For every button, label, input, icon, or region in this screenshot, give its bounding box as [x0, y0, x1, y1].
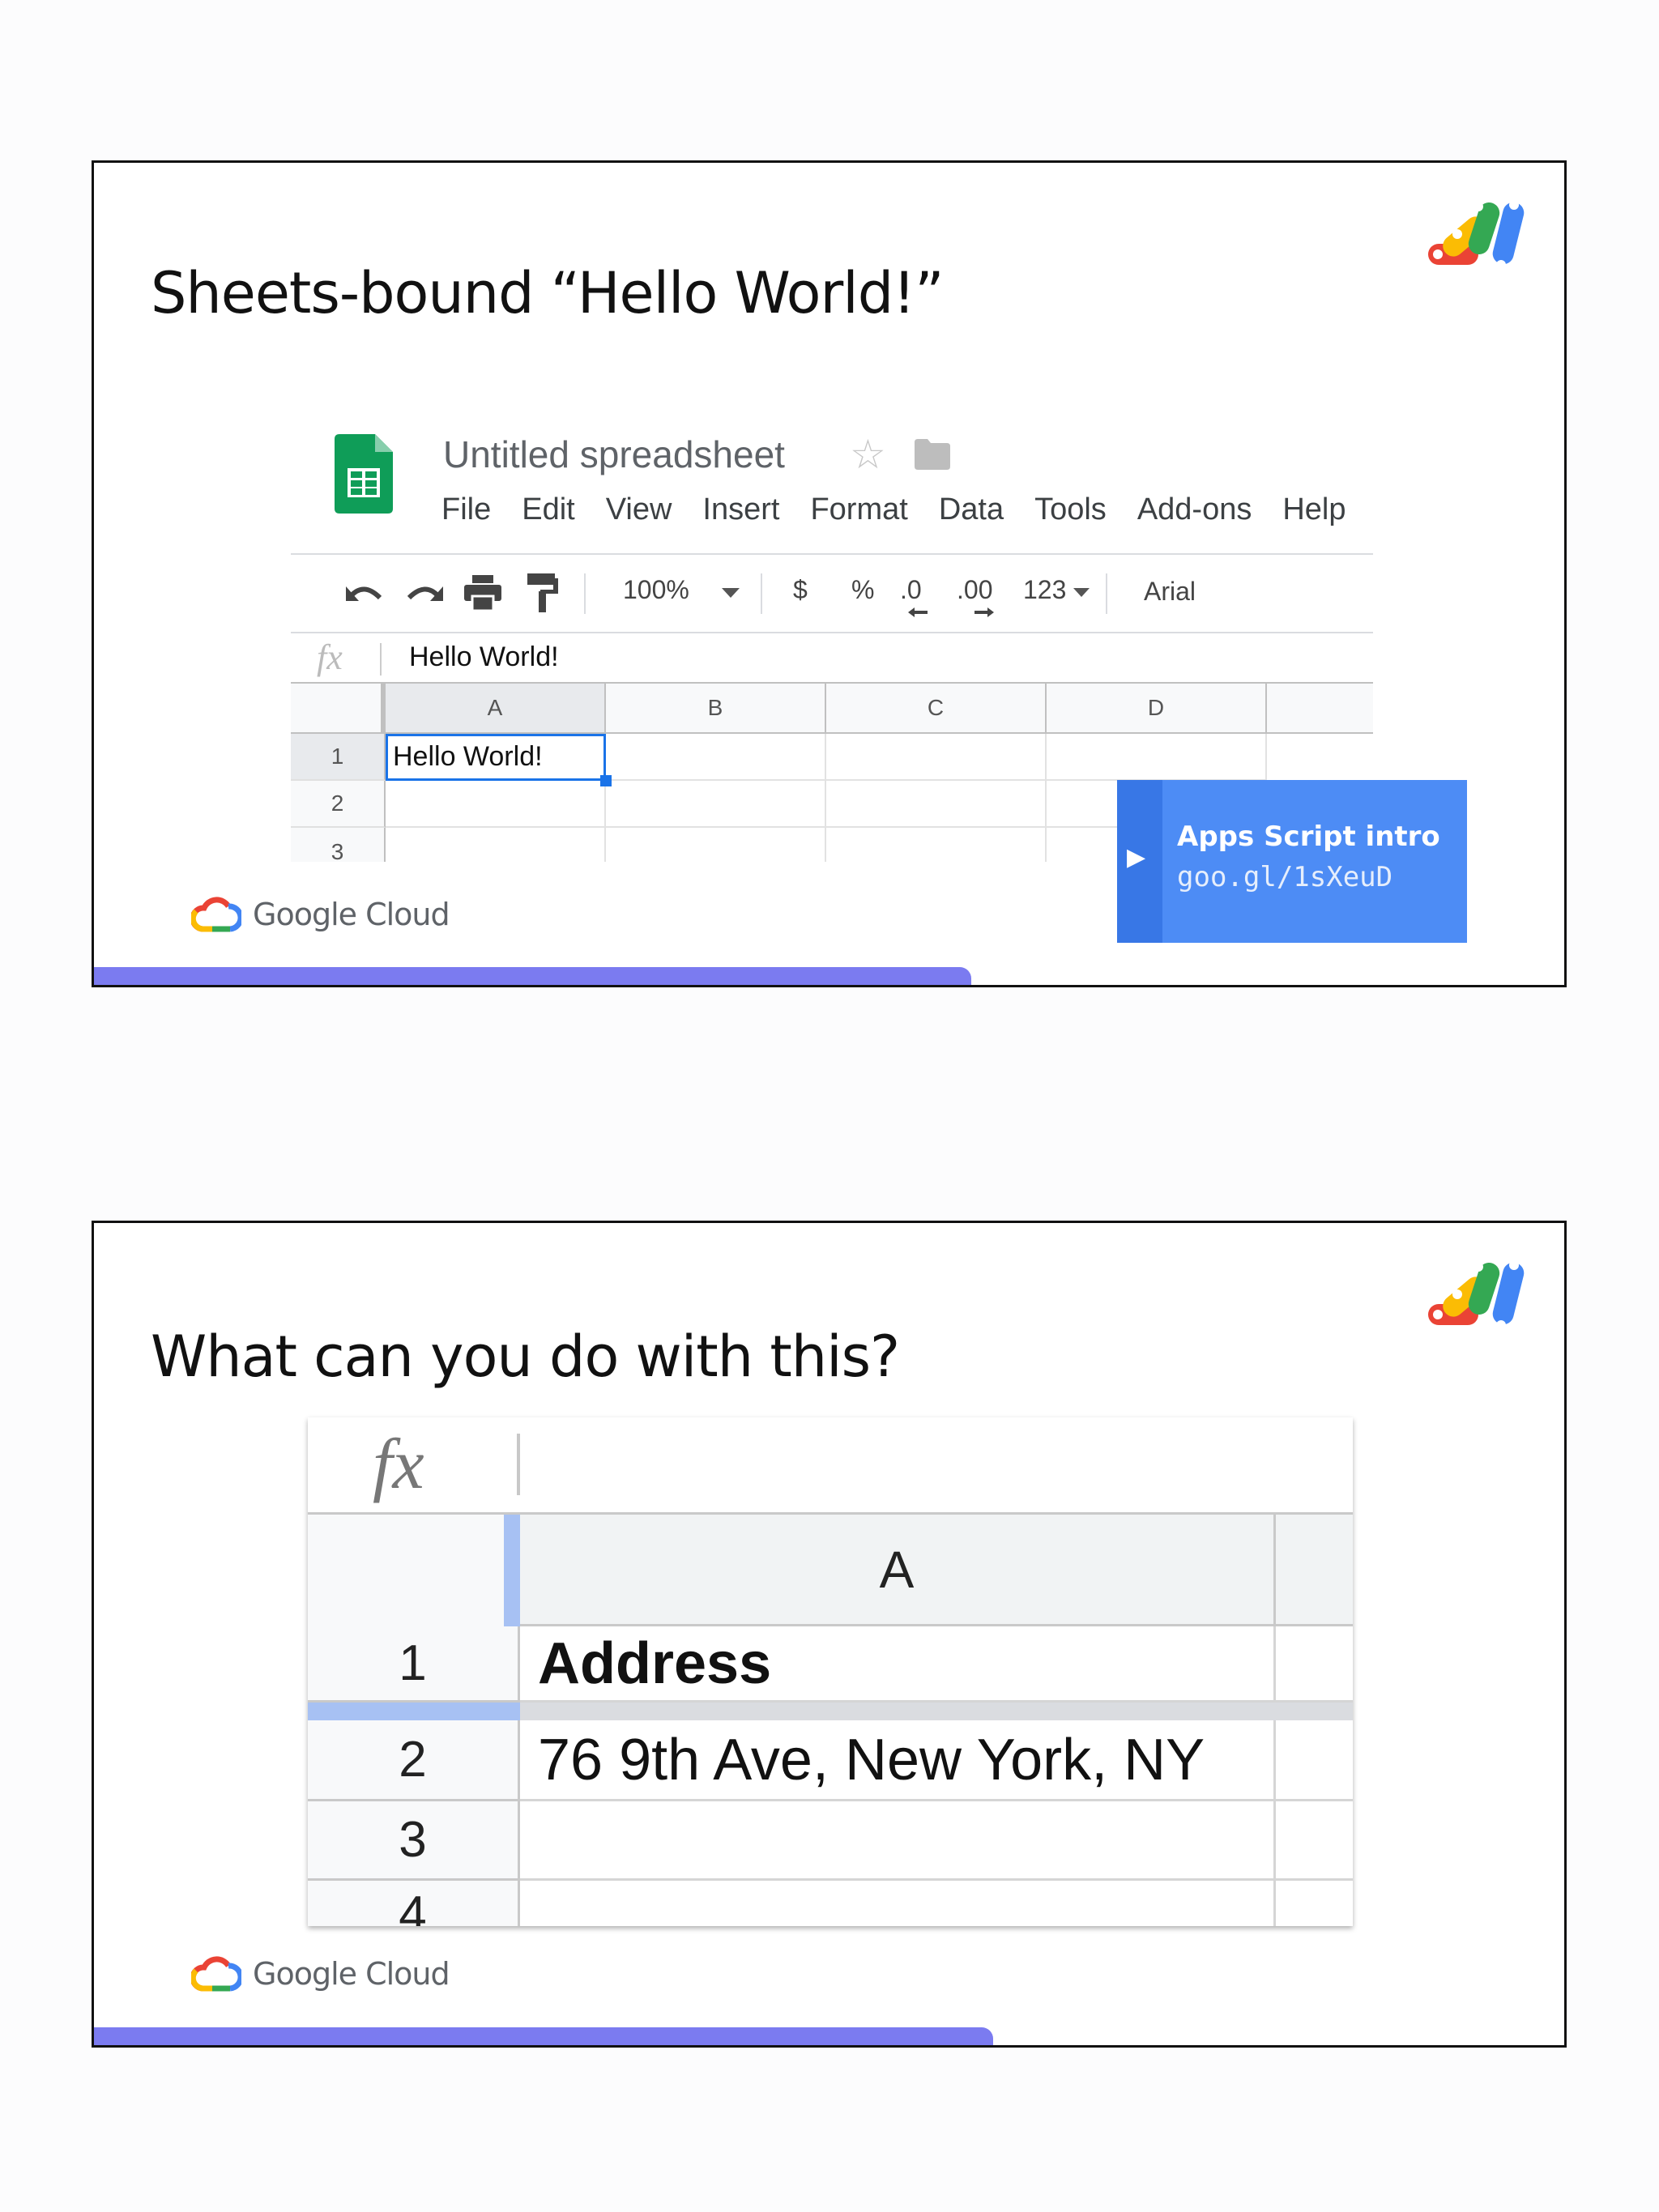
frozen-row-handle[interactable]	[308, 1703, 520, 1720]
menu-format[interactable]: Format	[810, 492, 907, 527]
apps-script-intro-callout[interactable]: ▶ Apps Script intro goo.gl/1sXeuD	[1117, 780, 1467, 943]
select-all-corner[interactable]	[308, 1515, 520, 1626]
column-selection-indicator	[504, 1515, 520, 1626]
cell-c2[interactable]	[826, 781, 1047, 828]
cell-a4[interactable]	[520, 1881, 1276, 1926]
cell-b2[interactable]	[606, 781, 826, 828]
formula-divider-line	[517, 1434, 520, 1495]
arrow-right-icon	[975, 607, 994, 617]
formula-bar: fx	[308, 1417, 1353, 1515]
row-header-1[interactable]: 1	[291, 734, 386, 781]
google-cloud-text: Google Cloud	[253, 1956, 450, 1992]
cell-a1[interactable]: Hello World!	[386, 734, 606, 781]
menu-tools[interactable]: Tools	[1034, 492, 1107, 527]
cell-b2[interactable]	[1276, 1720, 1353, 1801]
column-header-b[interactable]: B	[606, 684, 826, 734]
callout-title: Apps Script intro	[1177, 820, 1440, 853]
row-header-3[interactable]: 3	[308, 1801, 520, 1881]
row-header-3[interactable]: 3	[291, 828, 386, 862]
google-sheets-icon	[335, 434, 393, 514]
slide-title: What can you do with this?	[151, 1323, 900, 1390]
fx-icon: fx	[317, 637, 343, 677]
apps-script-logo-icon	[1428, 1260, 1525, 1330]
menu-data[interactable]: Data	[939, 492, 1004, 527]
toolbar: 100% $ % .0 .00 123 Arial	[291, 556, 1373, 632]
font-select[interactable]: Arial	[1144, 577, 1196, 607]
row-header-2[interactable]: 2	[308, 1720, 520, 1801]
menu-addons[interactable]: Add-ons	[1137, 492, 1252, 527]
column-header-a[interactable]: A	[386, 684, 606, 734]
menu-file[interactable]: File	[441, 492, 491, 527]
row-header-4[interactable]: 4	[308, 1881, 520, 1926]
cell-a2[interactable]	[386, 781, 606, 828]
cell-b4[interactable]	[1276, 1881, 1353, 1926]
currency-format-button[interactable]: $	[793, 575, 808, 605]
number-format-button[interactable]: 123	[1023, 575, 1066, 605]
menu-bar: File Edit View Insert Format Data Tools …	[441, 492, 1346, 527]
document-title[interactable]: Untitled spreadsheet	[443, 433, 785, 476]
cell-b1[interactable]	[1276, 1626, 1353, 1703]
accent-bar	[94, 967, 971, 985]
google-cloud-text: Google Cloud	[253, 897, 450, 932]
formula-divider-line	[380, 643, 382, 676]
spreadsheet-zoomed-screenshot: fx A 1 Address 2 76 9th Ave, New York, N…	[308, 1417, 1353, 1926]
slide-hello-world: Sheets-bound “Hello World!” Untitled spr…	[92, 160, 1567, 987]
callout-link[interactable]: goo.gl/1sXeuD	[1177, 861, 1392, 893]
column-header-e[interactable]	[1267, 684, 1373, 734]
redo-icon[interactable]	[404, 580, 445, 607]
percent-format-button[interactable]: %	[851, 575, 874, 605]
cell-b3[interactable]	[606, 828, 826, 862]
google-cloud-logo: Google Cloud	[191, 1956, 450, 1992]
chevron-down-icon[interactable]	[1073, 588, 1090, 597]
formula-bar: fx Hello World!	[291, 633, 1373, 682]
menu-help[interactable]: Help	[1282, 492, 1346, 527]
arrow-left-icon	[908, 607, 928, 617]
folder-icon[interactable]	[915, 439, 950, 470]
fx-icon: fx	[373, 1426, 424, 1504]
fill-handle[interactable]	[600, 775, 612, 786]
column-header-d[interactable]: D	[1047, 684, 1267, 734]
cell-b3[interactable]	[1276, 1801, 1353, 1881]
column-header-b[interactable]	[1276, 1515, 1353, 1626]
menu-edit[interactable]: Edit	[522, 492, 574, 527]
decrease-decimal-button[interactable]: .0	[900, 575, 922, 605]
google-cloud-icon	[191, 1956, 241, 1992]
cell-a3[interactable]	[520, 1801, 1276, 1881]
row-header-1[interactable]: 1	[308, 1626, 520, 1703]
cell-c1[interactable]	[826, 734, 1047, 781]
toolbar-separator	[584, 573, 586, 614]
menu-insert[interactable]: Insert	[702, 492, 779, 527]
formula-input[interactable]: Hello World!	[409, 641, 559, 673]
print-icon[interactable]	[464, 575, 501, 611]
zoom-select[interactable]: 100%	[623, 575, 689, 605]
slide-what-can-you-do: What can you do with this? fx A 1 Addres…	[92, 1221, 1567, 2048]
cell-a2[interactable]: 76 9th Ave, New York, NY	[520, 1720, 1276, 1801]
accent-bar	[94, 2027, 993, 2045]
cell-a1[interactable]: Address	[520, 1626, 1276, 1703]
menu-view[interactable]: View	[606, 492, 672, 527]
column-header-a[interactable]: A	[520, 1515, 1276, 1626]
toolbar-separator	[761, 573, 762, 614]
cell-c3[interactable]	[826, 828, 1047, 862]
undo-icon[interactable]	[344, 580, 385, 607]
paint-format-icon[interactable]	[527, 573, 560, 612]
cell-a3[interactable]	[386, 828, 606, 862]
select-all-corner[interactable]	[291, 684, 386, 734]
play-icon: ▶	[1127, 844, 1146, 871]
chevron-down-icon[interactable]	[722, 588, 740, 598]
star-icon[interactable]: ☆	[850, 431, 886, 478]
cell-d1[interactable]	[1047, 734, 1267, 781]
cell-b1[interactable]	[606, 734, 826, 781]
toolbar-divider	[291, 553, 1373, 555]
google-cloud-logo: Google Cloud	[191, 897, 450, 932]
column-header-c[interactable]: C	[826, 684, 1047, 734]
apps-script-logo-icon	[1428, 200, 1525, 270]
slide-title: Sheets-bound “Hello World!”	[151, 260, 944, 326]
increase-decimal-button[interactable]: .00	[957, 575, 992, 605]
google-cloud-icon	[191, 897, 241, 932]
toolbar-separator	[1106, 573, 1107, 614]
row-header-2[interactable]: 2	[291, 781, 386, 828]
